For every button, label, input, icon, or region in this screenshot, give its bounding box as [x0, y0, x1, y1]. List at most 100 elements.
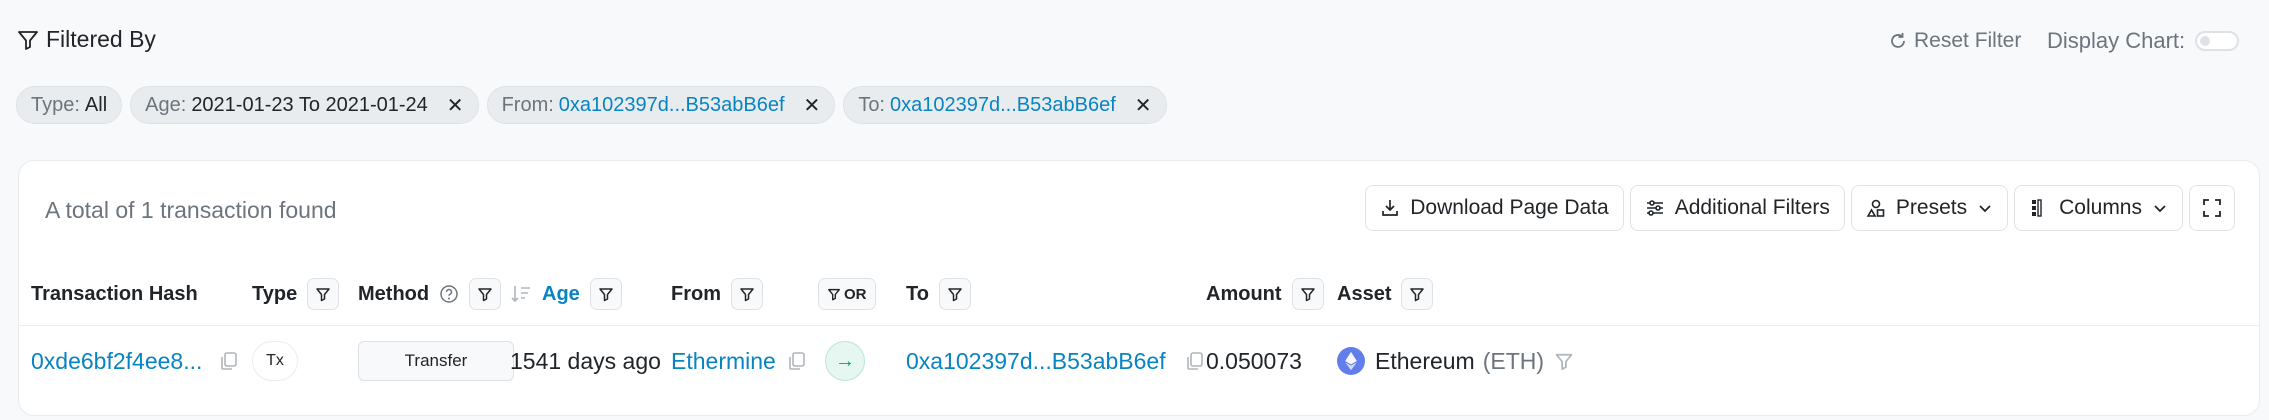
cell-from: Ethermine: [671, 339, 808, 383]
cell-asset: Ethereum (ETH): [1337, 339, 1574, 383]
or-label: OR: [844, 285, 867, 303]
column-header-type: Type: [252, 274, 340, 314]
column-header-method: Method: [358, 274, 502, 314]
chip-type[interactable]: Type: All: [16, 86, 123, 124]
column-header-age: Age: [510, 274, 622, 314]
columns-label: Columns: [2059, 196, 2142, 219]
from-address-link[interactable]: Ethermine: [671, 348, 776, 375]
presets-button[interactable]: Presets: [1850, 185, 2009, 231]
chip-key: To:: [858, 93, 885, 116]
download-page-data-button[interactable]: Download Page Data: [1365, 185, 1624, 231]
filter-icon: [478, 288, 492, 302]
header-label: Transaction Hash: [31, 282, 198, 305]
reset-icon: [1888, 31, 1908, 51]
or-filter-button[interactable]: OR: [818, 278, 876, 310]
filter-icon: [1300, 288, 1315, 302]
display-chart-toggle[interactable]: [2195, 31, 2240, 51]
copy-icon[interactable]: [1184, 350, 1206, 372]
chip-value: 0xa102397d...B53abB6ef: [558, 93, 785, 116]
amount-filter-button[interactable]: [1291, 278, 1324, 310]
amount-value: 0.050073: [1206, 347, 1302, 374]
close-icon[interactable]: ✕: [1135, 93, 1152, 118]
total-count: A total of 1 transaction found: [45, 197, 337, 223]
expand-icon: [2202, 198, 2222, 218]
cell-to: 0xa102397d...B53abB6ef: [906, 339, 1206, 383]
copy-icon[interactable]: [786, 350, 808, 372]
header-label: Asset: [1337, 282, 1392, 305]
sort-icon[interactable]: [510, 284, 532, 304]
cell-amount: 0.050073: [1206, 339, 1302, 383]
column-header-direction: OR: [818, 274, 876, 314]
chevron-down-icon: [1977, 200, 1993, 216]
age-filter-button[interactable]: [589, 278, 622, 310]
additional-filters-button[interactable]: Additional Filters: [1629, 185, 1845, 231]
chip-key: Age:: [145, 93, 187, 116]
help-icon[interactable]: [439, 284, 459, 304]
arrow-right-icon: →: [825, 341, 865, 381]
column-header-to: To: [906, 274, 971, 314]
chip-to[interactable]: To: 0xa102397d...B53abB6ef ✕: [843, 86, 1167, 124]
reset-filter-label: Reset Filter: [1914, 29, 2022, 52]
columns-icon: [2029, 198, 2049, 218]
to-address-link[interactable]: 0xa102397d...B53abB6ef: [906, 348, 1166, 375]
close-icon[interactable]: ✕: [447, 93, 464, 118]
chip-value: 0xa102397d...B53abB6ef: [890, 93, 1116, 116]
header-divider: [19, 325, 2259, 326]
filtered-by-heading: Filtered By: [16, 26, 156, 53]
cell-direction: →: [825, 339, 865, 383]
method-filter-button[interactable]: [469, 278, 502, 310]
presets-label: Presets: [1895, 196, 1968, 219]
ethereum-icon: [1337, 347, 1365, 375]
header-label: Type: [252, 282, 298, 305]
type-filter-button[interactable]: [307, 278, 340, 310]
filter-icon[interactable]: [1554, 351, 1574, 371]
filter-chips: Type: All Age: 2021-01-23 To 2021-01-24 …: [16, 86, 1167, 124]
to-filter-button[interactable]: [938, 278, 971, 310]
chip-age[interactable]: Age: 2021-01-23 To 2021-01-24 ✕: [130, 86, 479, 124]
cell-type: Tx: [252, 339, 298, 383]
column-header-asset: Asset: [1337, 274, 1434, 314]
table-toolbar: Download Page Data Additional Filters Pr…: [1365, 185, 2235, 231]
filter-icon: [16, 28, 40, 52]
asset-name-group: Ethereum (ETH): [1375, 348, 1544, 375]
copy-icon[interactable]: [218, 350, 240, 372]
download-icon: [1380, 198, 1400, 218]
transaction-hash-link[interactable]: 0xde6bf2f4ee8...: [31, 348, 202, 375]
column-header-transaction-hash: Transaction Hash: [31, 274, 198, 314]
columns-button[interactable]: Columns: [2014, 185, 2183, 231]
age-value: 1541 days ago: [510, 347, 661, 374]
filter-icon: [740, 288, 754, 302]
expand-button[interactable]: [2189, 185, 2235, 231]
header-label: From: [671, 282, 721, 305]
filter-icon: [1410, 288, 1425, 302]
chip-key: Type:: [31, 93, 80, 116]
filter-icon: [828, 288, 840, 301]
header-label: Method: [358, 282, 430, 305]
chevron-down-icon: [2152, 200, 2168, 216]
cell-age: 1541 days ago: [510, 339, 661, 383]
filtered-by-label: Filtered By: [46, 26, 156, 52]
reset-filter-button[interactable]: Reset Filter: [1888, 29, 2021, 53]
sliders-icon: [1645, 198, 1665, 218]
chip-from[interactable]: From: 0xa102397d...B53abB6ef ✕: [486, 86, 836, 124]
type-badge: Tx: [252, 341, 298, 381]
cell-transaction-hash: 0xde6bf2f4ee8...: [31, 339, 240, 383]
method-badge[interactable]: Transfer: [358, 341, 514, 381]
chip-key: From:: [501, 93, 554, 116]
display-chart: Display Chart:: [2047, 28, 2240, 54]
display-chart-label: Display Chart:: [2047, 28, 2186, 53]
close-icon[interactable]: ✕: [804, 93, 821, 118]
asset-filter-button[interactable]: [1401, 278, 1434, 310]
column-header-from: From: [671, 274, 763, 314]
asset-name[interactable]: Ethereum: [1375, 348, 1475, 375]
from-filter-button[interactable]: [731, 278, 763, 310]
header-label: Amount: [1206, 282, 1282, 305]
chip-value: 2021-01-23 To 2021-01-24: [191, 93, 428, 116]
additional-filters-label: Additional Filters: [1674, 196, 1830, 219]
filter-icon: [948, 288, 962, 302]
filter-icon: [316, 288, 330, 302]
filter-bar: Filtered By Reset Filter Display Chart: …: [0, 0, 2269, 160]
presets-icon: [1866, 198, 1886, 218]
download-label: Download Page Data: [1410, 196, 1609, 219]
age-header-link[interactable]: Age: [542, 283, 580, 306]
